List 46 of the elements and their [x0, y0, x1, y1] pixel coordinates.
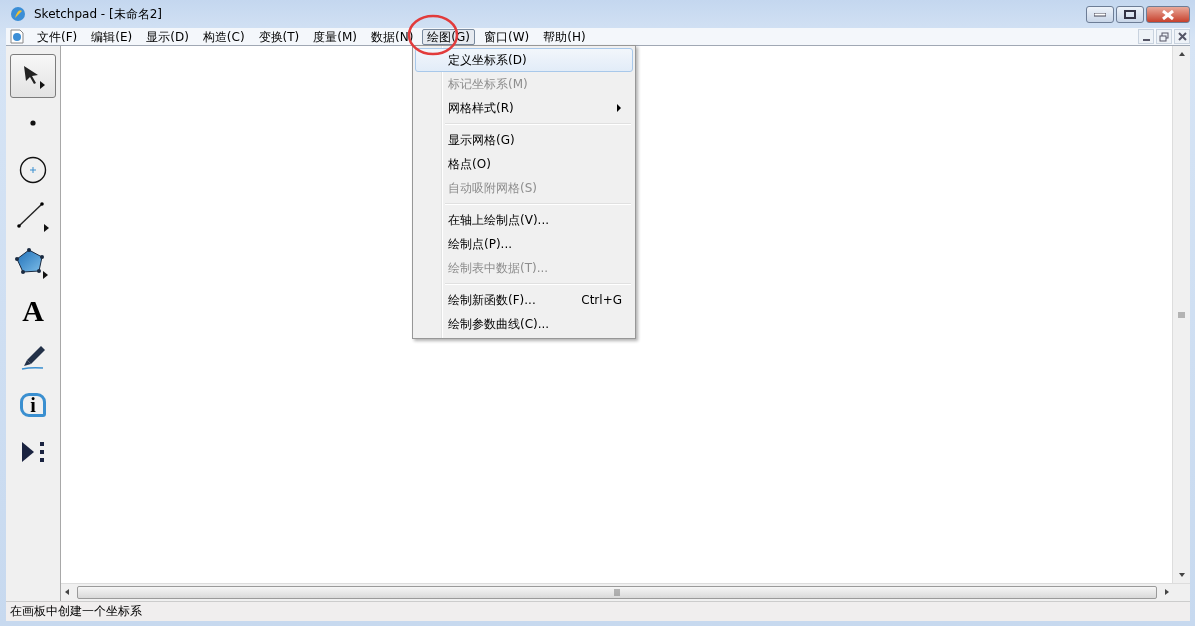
- vertical-scrollbar[interactable]: [1172, 46, 1190, 583]
- close-icon: [1177, 32, 1187, 41]
- menu-option[interactable]: 在轴上绘制点(V)...: [415, 208, 633, 232]
- restore-button[interactable]: [1156, 29, 1172, 44]
- menu-option[interactable]: 绘制参数曲线(C)...: [415, 312, 633, 336]
- minimize-icon: [1142, 38, 1150, 41]
- maximize-icon: [1124, 10, 1136, 19]
- menu-item[interactable]: 窗口(W): [479, 28, 535, 45]
- text-tool-glyph: A: [22, 296, 44, 326]
- window-title: Sketchpad - [未命名2]: [34, 5, 162, 23]
- tool-button[interactable]: A: [10, 289, 56, 333]
- info-bubble-icon: i: [20, 393, 46, 417]
- restore-icon: [1159, 31, 1169, 42]
- menu-item[interactable]: 文件(F): [32, 28, 83, 45]
- close-icon: [1161, 9, 1175, 20]
- menu-option[interactable]: 绘制点(P)...: [415, 232, 633, 256]
- close-button[interactable]: [1146, 6, 1190, 23]
- minimize-icon: [1094, 12, 1106, 17]
- point-icon: [30, 120, 36, 126]
- scroll-up-icon[interactable]: [1177, 50, 1186, 58]
- grip-icon: [613, 589, 621, 596]
- menu-option[interactable]: 绘制新函数(F)... Ctrl+G: [415, 288, 633, 312]
- menu-item[interactable]: 帮助(H): [538, 28, 591, 45]
- menu-option[interactable]: 显示网格(G): [415, 128, 633, 152]
- app-logo-icon: [10, 6, 26, 22]
- horizontal-scrollbar[interactable]: [61, 583, 1190, 601]
- menu-item[interactable]: 度量(M): [308, 28, 362, 45]
- tool-button[interactable]: i: [10, 383, 56, 427]
- menu-item[interactable]: 变换(T): [253, 28, 305, 45]
- menu-item[interactable]: 编辑(E): [86, 28, 138, 45]
- status-text: 在画板中创建一个坐标系: [10, 603, 142, 620]
- tool-button[interactable]: [10, 54, 56, 98]
- shortcut-label: Ctrl+G: [580, 293, 622, 307]
- custom-tool-icon: [20, 440, 46, 464]
- menu-option[interactable]: 格点(O): [415, 152, 633, 176]
- line-segment-icon: [16, 201, 50, 233]
- menu-option[interactable]: 定义坐标系(D): [415, 48, 633, 72]
- grip-icon: [1178, 311, 1185, 318]
- circle-icon: [19, 156, 47, 184]
- scroll-down-icon[interactable]: [1177, 571, 1186, 579]
- menu-item[interactable]: 构造(C): [197, 28, 250, 45]
- marker-pen-icon: [19, 344, 47, 372]
- menu-item[interactable]: 显示(D): [141, 28, 194, 45]
- menu-option[interactable]: 网格样式(R): [415, 96, 633, 120]
- minimize-button[interactable]: [1086, 6, 1114, 23]
- maximize-button[interactable]: [1116, 6, 1144, 23]
